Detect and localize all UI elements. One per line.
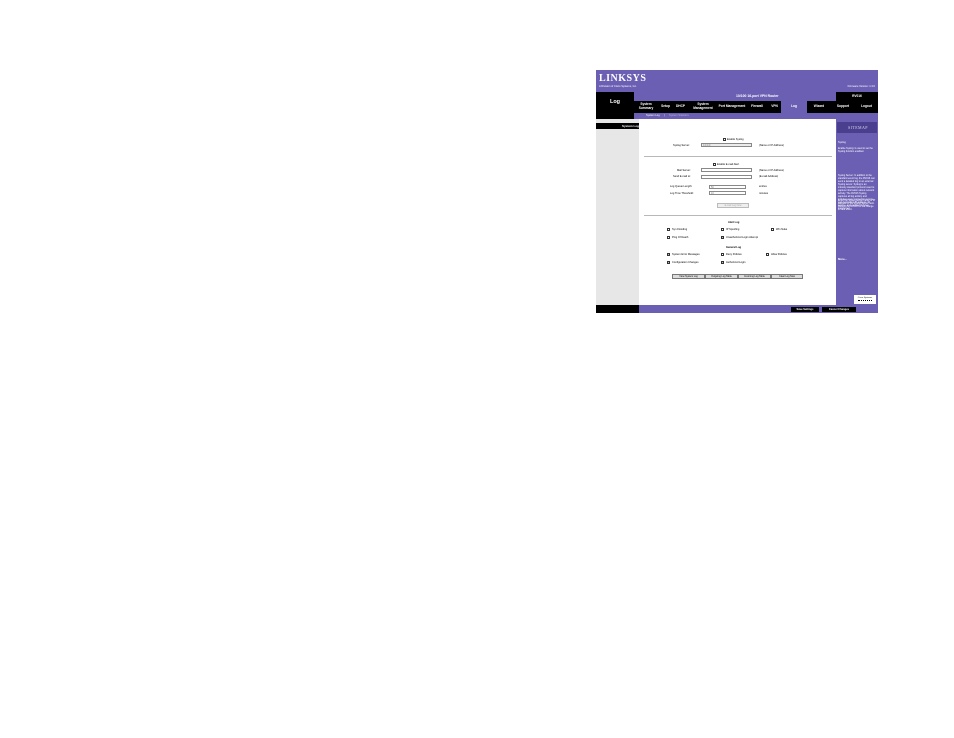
log-time-threshold-unit: minutes (759, 191, 769, 195)
deny-policies-label: Deny Policies (726, 253, 742, 257)
tab-vpn[interactable]: VPN (768, 101, 781, 113)
footer-left (596, 305, 639, 313)
configuration-changes-label: Configuration Changes (672, 261, 699, 265)
help-text: Enable Syslog: Is used to set the Syslog… (838, 147, 873, 153)
tab-setup[interactable]: Setup (658, 101, 673, 113)
alert-log-title: Alert Log (728, 221, 740, 224)
cisco-bridge-icon (858, 299, 872, 304)
help-text: Enter the Syslog server name or IP addre… (838, 199, 876, 211)
system-error-messages-label: System Error Messages (672, 253, 700, 257)
enable-email-checkbox[interactable] (713, 163, 716, 166)
mail-server-input[interactable] (701, 168, 752, 172)
product-name: 10/100 16-port VPN Router (736, 93, 779, 98)
mail-server-label: Mail Server: (677, 169, 691, 173)
log-queue-length-unit: entries (759, 185, 767, 188)
help-title: Syslog (838, 141, 846, 144)
tab-system-summary[interactable]: System Summary (634, 101, 658, 113)
ip-spoofing-checkbox[interactable] (721, 228, 724, 231)
tab-port-management[interactable]: Port Management (718, 101, 746, 113)
view-system-log-button[interactable]: View System Log (672, 274, 705, 279)
cisco-logo: Cisco Systems (857, 296, 873, 299)
incoming-log-table-button[interactable]: Incoming Log Table (738, 274, 771, 279)
sitemap-link[interactable]: SITEMAP (848, 125, 868, 130)
log-queue-length-label: Log Queue Length: (670, 185, 693, 188)
enable-email-label: Enable E-mail Alert (717, 163, 740, 167)
tab-logout[interactable]: Logout (855, 101, 878, 113)
linksys-logo: LINKSYS (599, 73, 647, 84)
logo-subtitle: A Division of Cisco Systems, Inc. (599, 85, 637, 88)
router-web-ui: LINKSYS A Division of Cisco Systems, Inc… (596, 70, 878, 313)
authorized-login-checkbox[interactable]: ✓ (721, 261, 724, 264)
section-title-box (596, 92, 634, 119)
tab-firewall[interactable]: Firewall (746, 101, 768, 113)
left-label-column (596, 119, 639, 305)
main-tab-bar: System Summary Setup DHCP System Managem… (634, 101, 878, 113)
configuration-changes-checkbox[interactable]: ✓ (667, 261, 670, 264)
save-settings-button[interactable]: Save Settings (791, 306, 819, 312)
divider (644, 215, 832, 216)
allow-policies-checkbox[interactable] (766, 253, 769, 256)
tab-log[interactable]: Log (781, 101, 807, 113)
log-time-threshold-input[interactable]: 10 (709, 191, 746, 195)
main-content: Enable Syslog Syslog Server: 0.0.0.0 (Na… (639, 119, 836, 305)
subtab-separator: | (664, 113, 665, 117)
tab-wizard[interactable]: Wizard (807, 101, 831, 113)
model-name: RV016 (852, 94, 862, 98)
outgoing-log-table-button[interactable]: Outgoing Log Table (705, 274, 738, 279)
clear-log-now-button[interactable]: Clear Log Now (771, 274, 803, 279)
win-nuke-label: Win Nuke (776, 228, 788, 232)
subtab-system-log[interactable]: System Log (646, 114, 660, 117)
tab-dhcp[interactable]: DHCP (673, 101, 688, 113)
win-nuke-checkbox[interactable] (771, 228, 774, 231)
system-error-messages-checkbox[interactable]: ✓ (667, 253, 670, 256)
cancel-changes-button[interactable]: Cancel Changes (822, 306, 856, 312)
allow-policies-label: Allow Policies (771, 253, 787, 257)
send-email-to-input[interactable] (701, 174, 752, 179)
log-queue-length-input[interactable]: 50 (709, 184, 746, 189)
ping-of-death-label: Ping Of Death (672, 236, 689, 240)
tab-system-management[interactable]: System Management (688, 101, 718, 113)
system-log-heading: System Log (621, 124, 639, 128)
subtab-system-statistics[interactable]: System Statistics (669, 114, 689, 117)
more-link[interactable]: More... (838, 257, 847, 261)
enable-syslog-checkbox[interactable] (723, 138, 726, 141)
deny-policies-checkbox[interactable] (721, 253, 724, 256)
syslog-server-hint: (Name or IP Address) (759, 143, 784, 147)
page-title: Log (609, 99, 621, 105)
syn-flooding-checkbox[interactable] (667, 228, 670, 231)
ping-of-death-checkbox[interactable] (667, 236, 670, 239)
send-email-to-label: Send E-mail to: (673, 175, 691, 179)
mail-server-hint: (Name or IP Address) (759, 169, 784, 173)
send-email-to-hint: (E-mail Address) (759, 175, 779, 179)
enable-syslog-label: Enable Syslog (727, 138, 744, 142)
general-log-title: General Log (726, 246, 742, 249)
system-log-heading-bar: System Log (596, 123, 639, 129)
unauthorized-login-label: Unauthorized Login Attempt (726, 236, 759, 240)
tab-support[interactable]: Support (831, 101, 855, 113)
unauthorized-login-checkbox[interactable]: ✓ (721, 236, 724, 239)
ip-spoofing-label: IP Spoofing (726, 228, 740, 232)
syslog-server-input[interactable]: 0.0.0.0 (701, 143, 752, 147)
email-log-now-button[interactable]: E-mail Log Now (717, 203, 749, 208)
authorized-login-label: Authorized Login (726, 261, 746, 265)
syn-flooding-label: Syn Flooding (672, 228, 688, 232)
firmware-version: Firmware Version: 1.3.0 (847, 85, 875, 88)
syslog-server-label: Syslog Server: (673, 143, 690, 147)
log-time-threshold-label: Log Time Threshold: (670, 191, 694, 195)
divider (644, 156, 832, 157)
